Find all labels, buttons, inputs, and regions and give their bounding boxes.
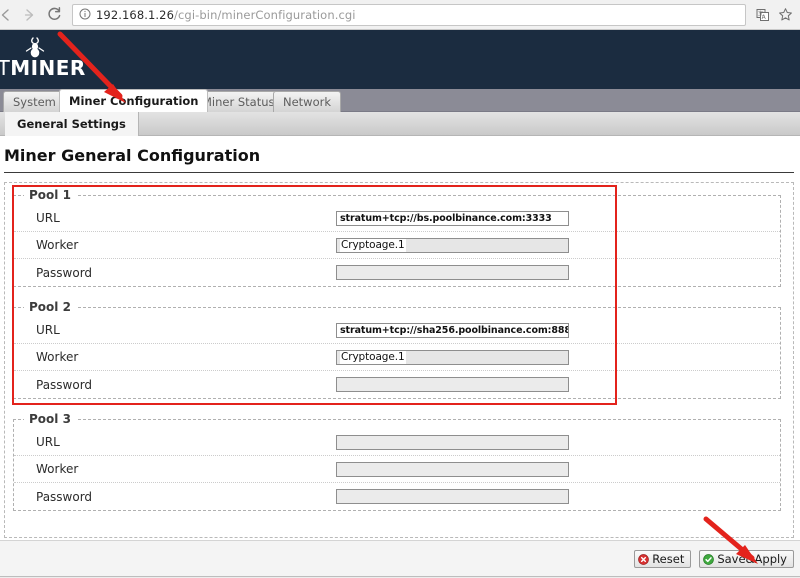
pool-3-worker-label: Worker [36, 462, 79, 476]
pool-3-password-row: Password [14, 483, 780, 510]
pool-3-worker-row: Worker [14, 456, 780, 483]
pool-1-worker-label: Worker [36, 238, 79, 252]
pool-1-url-row: URL stratum+tcp://bs.poolbinance.com:333… [14, 205, 780, 232]
url-host: 192.168.1.26 [96, 7, 175, 22]
pool-3-url-row: URL [14, 429, 780, 456]
form-action-buttons: Reset Save&Apply [634, 550, 794, 568]
star-icon[interactable] [774, 4, 796, 26]
pool-1-worker-value: Cryptoage.1 [340, 238, 406, 252]
logo-text-thin: NT [0, 56, 11, 80]
pool-1-url-label: URL [36, 211, 60, 225]
subtab-general-settings[interactable]: General Settings [5, 112, 139, 136]
pool-2-worker-value: Cryptoage.1 [340, 350, 406, 364]
sub-tab-bar: General Settings [0, 112, 800, 136]
pool-2-worker-input[interactable]: Cryptoage.1 [336, 349, 569, 365]
subtab-general-settings-label: General Settings [17, 117, 126, 131]
pool-2-group: Pool 2 URL stratum+tcp://sha256.poolbina… [13, 300, 781, 399]
url-path: /cgi-bin/minerConfiguration.cgi [174, 7, 356, 22]
pool-3-url-label: URL [36, 435, 60, 449]
page-content: Miner General Configuration Pool 1 URL s… [0, 136, 800, 578]
pool-2-password-label: Password [36, 377, 93, 392]
pool-1-password-label: Password [36, 265, 93, 280]
title-divider [4, 172, 794, 173]
pool-2-password-row: Password [14, 371, 780, 398]
pool-2-legend: Pool 2 [24, 300, 76, 314]
svg-text:文: 文 [758, 9, 764, 17]
back-button[interactable] [0, 3, 18, 27]
pool-2-worker-row: Worker Cryptoage.1 [14, 344, 780, 371]
pool-3-password-input[interactable] [336, 489, 569, 504]
antminer-logo-text: NTMINER [0, 58, 86, 78]
cancel-circle-icon [638, 553, 650, 565]
pool-1-group: Pool 1 URL stratum+tcp://bs.poolbinance.… [13, 188, 781, 287]
info-circle-icon[interactable] [79, 5, 91, 24]
address-bar-url: 192.168.1.26/cgi-bin/minerConfiguration.… [96, 8, 356, 22]
pool-1-worker-row: Worker Cryptoage.1 [14, 232, 780, 259]
pool-3-group: Pool 3 URL Worker Password [13, 412, 781, 511]
pool-2-password-input[interactable] [336, 377, 569, 392]
pool-2-url-value: stratum+tcp://sha256.poolbinance.com:888… [340, 324, 569, 336]
pool-1-url-value: stratum+tcp://bs.poolbinance.com:3333 [340, 212, 552, 224]
tab-network[interactable]: Network [273, 91, 342, 112]
tab-system-label: System [13, 95, 56, 109]
pools-fieldset: Pool 1 URL stratum+tcp://bs.poolbinance.… [4, 182, 794, 538]
main-tab-bar: System Miner Configuration Miner Status … [0, 89, 800, 112]
pool-3-url-input[interactable] [336, 434, 569, 450]
check-circle-icon [703, 553, 715, 565]
tab-miner-status-label: Miner Status [202, 95, 275, 109]
pool-1-worker-input[interactable]: Cryptoage.1 [336, 237, 569, 253]
page-title: Miner General Configuration [4, 146, 261, 165]
pool-2-url-row: URL stratum+tcp://sha256.poolbinance.com… [14, 317, 780, 344]
pool-3-password-label: Password [36, 489, 93, 504]
save-apply-button-label: Save&Apply [717, 552, 787, 566]
pool-1-url-input[interactable]: stratum+tcp://bs.poolbinance.com:3333 [336, 210, 569, 226]
toolbar-right-icons: A 文 [752, 4, 800, 26]
pool-2-url-input[interactable]: stratum+tcp://sha256.poolbinance.com:888… [336, 322, 569, 338]
tab-system[interactable]: System [3, 91, 66, 112]
pool-1-legend: Pool 1 [24, 188, 76, 202]
pool-3-worker-input[interactable] [336, 461, 569, 477]
reload-button[interactable] [42, 3, 66, 27]
translate-icon[interactable]: A 文 [752, 4, 774, 26]
tab-miner-configuration-label: Miner Configuration [69, 94, 199, 108]
site-header: NTMINER [0, 30, 800, 89]
reset-button[interactable]: Reset [634, 550, 692, 568]
logo-text-bold: MINER [10, 56, 86, 80]
save-apply-button[interactable]: Save&Apply [699, 550, 794, 568]
pool-2-worker-label: Worker [36, 350, 79, 364]
address-bar[interactable]: 192.168.1.26/cgi-bin/minerConfiguration.… [72, 3, 746, 26]
pool-3-legend: Pool 3 [24, 412, 76, 426]
pool-1-password-input[interactable] [336, 265, 569, 280]
tab-network-label: Network [283, 95, 332, 109]
reset-button-label: Reset [652, 552, 685, 566]
pool-2-url-label: URL [36, 323, 60, 337]
forward-button[interactable] [18, 3, 42, 27]
tab-miner-configuration[interactable]: Miner Configuration [59, 89, 209, 112]
browser-toolbar: 192.168.1.26/cgi-bin/minerConfiguration.… [0, 0, 800, 30]
pool-1-password-row: Password [14, 259, 780, 286]
